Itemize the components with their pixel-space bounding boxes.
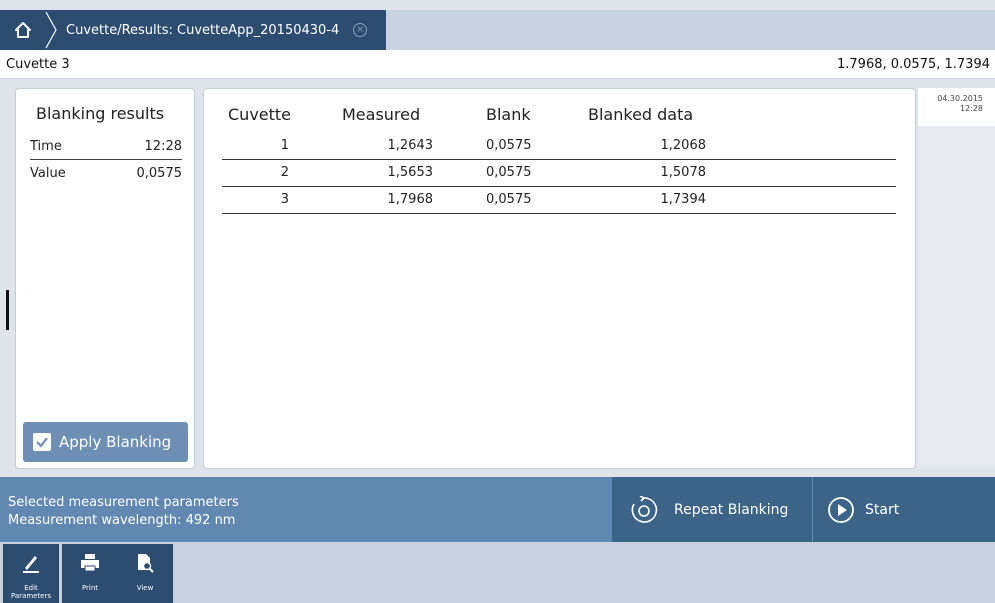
start-label: Start <box>865 501 900 518</box>
checkbox-icon <box>33 433 51 451</box>
cuvette-label: Cuvette 3 <box>6 57 70 72</box>
blanking-value-value: 0,0575 <box>136 166 183 181</box>
cell-blank: 0,0575 <box>486 192 532 207</box>
mini-date: 04.30.2015 <box>937 94 983 103</box>
mini-time: 12:28 <box>959 104 983 113</box>
results-panel: Cuvette Measured Blank Blanked data 1 1,… <box>203 88 916 469</box>
sub-header: Cuvette 3 1.7968, 0.0575, 1.7394 <box>0 50 995 79</box>
pencil-icon <box>23 556 39 573</box>
parameters-title: Selected measurement parameters <box>8 495 239 510</box>
edit-parameters-label: Edit Parameters <box>3 584 59 600</box>
breadcrumb-chevron-icon <box>45 11 57 49</box>
mini-panel-header: 04.30.2015 12:28 <box>918 88 995 126</box>
cell-measured: 1,2643 <box>387 138 434 153</box>
tab-strip-background <box>386 10 995 50</box>
measurement-parameters: Selected measurement parameters Measurem… <box>8 494 239 530</box>
view-button[interactable]: View <box>117 544 173 603</box>
table-row[interactable]: 3 1,7968 0,0575 1,7394 <box>222 187 896 214</box>
edit-parameters-button[interactable]: Edit Parameters <box>3 544 59 603</box>
refresh-icon <box>631 495 658 523</box>
bottom-toolbar: Edit Parameters Print View <box>0 542 995 603</box>
measurement-readout: 1.7968, 0.0575, 1.7394 <box>837 57 990 72</box>
repeat-blanking-button[interactable]: Repeat Blanking <box>612 477 812 542</box>
close-tab-icon[interactable]: × <box>353 23 368 37</box>
column-header-blank: Blank <box>486 105 531 124</box>
start-button[interactable]: Start <box>812 477 995 542</box>
column-header-blanked-data: Blanked data <box>588 105 694 124</box>
table-row[interactable]: 1 1,2643 0,0575 1,2068 <box>222 133 896 160</box>
print-button[interactable]: Print <box>62 544 118 603</box>
column-header-measured: Measured <box>342 105 421 124</box>
mini-timeline-panel: 04.30.2015 12:28 <box>918 88 995 469</box>
mini-timestamp: 04.30.2015 12:28 <box>937 94 983 114</box>
cell-measured: 1,7968 <box>387 192 434 207</box>
blanking-time-row: Time 12:28 <box>30 134 182 160</box>
apply-blanking-label: Apply Blanking <box>59 433 172 451</box>
parameters-wavelength: Measurement wavelength: 492 nm <box>8 513 236 528</box>
view-label: View <box>136 584 154 592</box>
results-table: Cuvette Measured Blank Blanked data 1 1,… <box>222 101 896 214</box>
cell-blanked-data: 1,7394 <box>660 192 707 207</box>
cell-measured: 1,5653 <box>387 165 434 180</box>
home-icon <box>15 22 31 38</box>
tab-cuvette-results[interactable]: Cuvette/Results: CuvetteApp_20150430-4 × <box>45 10 386 50</box>
cell-cuvette: 1 <box>280 138 289 153</box>
cell-blank: 0,0575 <box>486 165 532 180</box>
cell-blanked-data: 1,2068 <box>660 138 707 153</box>
blanking-time-label: Time <box>30 139 62 154</box>
tab-title: Cuvette/Results: CuvetteApp_20150430-4 <box>66 22 340 38</box>
table-header: Cuvette Measured Blank Blanked data <box>222 101 896 133</box>
edit-label-line1: Edit <box>24 584 38 592</box>
print-label: Print <box>81 584 99 592</box>
cell-blank: 0,0575 <box>486 138 532 153</box>
cell-blanked-data: 1,5078 <box>660 165 707 180</box>
cell-cuvette: 3 <box>280 192 289 207</box>
blanking-value-label: Value <box>30 166 66 181</box>
blanking-results-title: Blanking results <box>36 104 165 123</box>
printer-icon <box>81 554 99 572</box>
blanking-results-panel: Blanking results Time 12:28 Value 0,0575… <box>15 88 195 469</box>
action-bar: Selected measurement parameters Measurem… <box>0 477 995 542</box>
table-row[interactable]: 2 1,5653 0,0575 1,5078 <box>222 160 896 187</box>
blanking-value-row: Value 0,0575 <box>30 161 182 187</box>
edit-label-line2: Parameters <box>10 592 52 600</box>
home-button[interactable] <box>0 10 46 50</box>
cell-cuvette: 2 <box>280 165 289 180</box>
apply-blanking-button[interactable]: Apply Blanking <box>23 422 188 462</box>
panel-edge-marker <box>6 290 9 330</box>
repeat-blanking-label: Repeat Blanking <box>674 501 789 518</box>
view-document-icon <box>138 554 154 573</box>
column-header-cuvette: Cuvette <box>228 105 292 124</box>
blanking-time-value: 12:28 <box>144 139 182 154</box>
play-icon <box>828 496 854 523</box>
